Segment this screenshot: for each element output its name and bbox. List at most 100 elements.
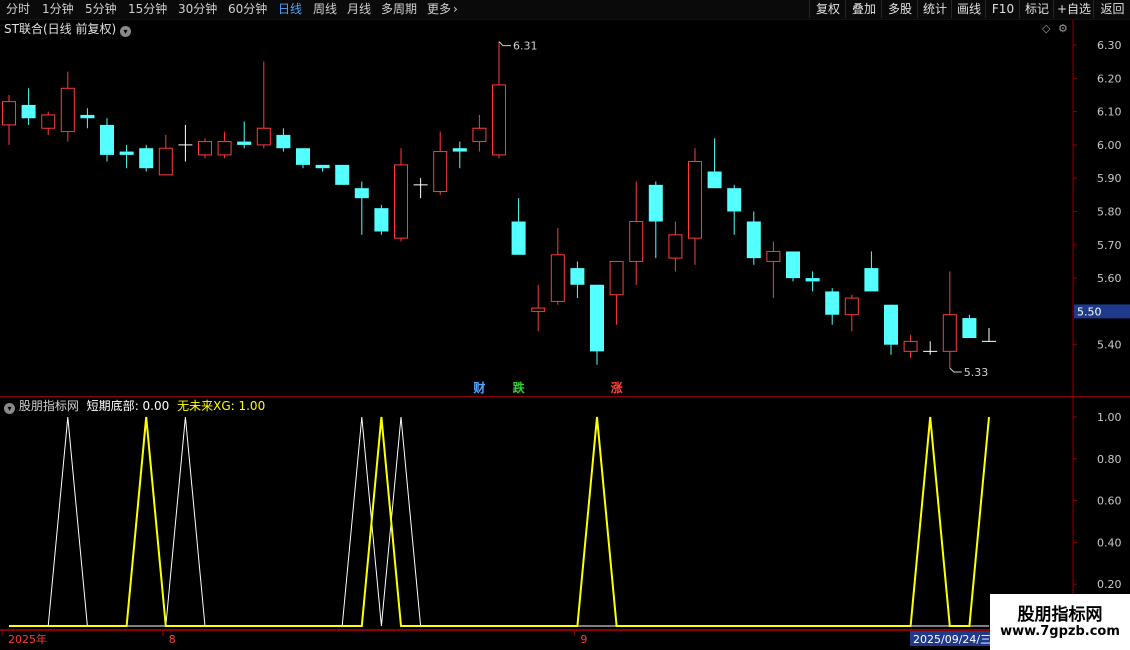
candle-body-down <box>570 268 585 285</box>
candlestick-chart[interactable]: 6.30 6.20 6.10 6.00 5.90 5.80 5.70 5.60 5.50 5.40… <box>0 20 1130 397</box>
stock-chart-app: 分时 1分钟 5分钟 15分钟 30分钟 60分钟 日线 周线 月线 多周期 更… <box>0 0 1130 650</box>
indicator-tick-label: 0.60 <box>1097 495 1122 508</box>
watermark-logo: 股朋指标网 www.7gpzb.com <box>990 594 1130 650</box>
current-price-label: 5.50 <box>1077 305 1102 318</box>
candle-body-down <box>825 291 840 315</box>
price-tick-label: 5.90 <box>1097 172 1122 185</box>
adjust-button[interactable]: 复权 <box>809 0 846 18</box>
event-marker: 跌 <box>513 380 526 395</box>
chevron-right-icon: › <box>453 2 458 16</box>
add-watchlist-button[interactable]: +自选 <box>1053 0 1094 18</box>
overlay-button[interactable]: 叠加 <box>845 0 882 18</box>
candle-body-up <box>942 314 957 352</box>
statistics-button[interactable]: 统计 <box>917 0 952 18</box>
candle-body-up <box>531 307 546 312</box>
candle-body-up <box>217 141 232 156</box>
cursor-date-label: 2025/09/24/三 <box>913 633 991 646</box>
candle-body-up <box>766 250 781 262</box>
candle-body-up <box>550 254 565 302</box>
candle-body-up <box>492 84 506 156</box>
candle-body-down <box>452 148 467 152</box>
candle-body-down <box>119 151 134 155</box>
candle-body-up <box>629 220 644 262</box>
tab-timeshare[interactable]: 分时 <box>6 1 30 18</box>
tab-60min[interactable]: 60分钟 <box>228 1 267 18</box>
candle-body-up <box>472 127 487 143</box>
candle-body-up <box>198 141 212 156</box>
candle-body-down <box>746 221 761 259</box>
price-tick-label: 5.80 <box>1097 205 1122 218</box>
high-marker-arrow <box>498 41 511 47</box>
candle-body-up <box>433 151 448 193</box>
candle-body-down <box>707 171 722 189</box>
candle-body-down <box>590 284 604 352</box>
multi-stock-button[interactable]: 多股 <box>881 0 918 18</box>
tab-monthly[interactable]: 月线 <box>347 1 371 18</box>
tab-daily[interactable]: 日线 <box>278 1 302 18</box>
draw-line-button[interactable]: 画线 <box>951 0 986 18</box>
low-price-label: 5.33 <box>964 366 989 379</box>
period-toolbar: 分时 1分钟 5分钟 15分钟 30分钟 60分钟 日线 周线 月线 多周期 更… <box>0 0 1130 20</box>
price-tick-label: 5.60 <box>1097 272 1122 285</box>
tab-15min[interactable]: 15分钟 <box>128 1 167 18</box>
price-tick-label: 5.70 <box>1097 239 1122 252</box>
candle-body-up <box>394 164 408 239</box>
indicator-chart[interactable]: 1.00 0.80 0.60 0.40 0.20 <box>0 397 1130 630</box>
event-marker: 涨 <box>611 380 623 395</box>
candle-body-up <box>903 340 918 352</box>
candle-body-down <box>315 164 330 169</box>
candle-body-down <box>100 124 114 155</box>
candle-body-down <box>962 318 977 339</box>
candle-body-down <box>139 148 154 169</box>
candle-body-down <box>237 141 252 145</box>
candle-body-down <box>786 251 800 279</box>
tab-multi-period[interactable]: 多周期 <box>381 1 417 18</box>
time-axis: 2025年 8 9 2025/09/24/三 <box>0 630 1130 646</box>
price-tick-label: 6.20 <box>1097 72 1122 85</box>
price-tick-label: 6.00 <box>1097 139 1122 152</box>
mark-button[interactable]: 标记 <box>1019 0 1054 18</box>
tab-weekly[interactable]: 周线 <box>313 1 337 18</box>
indicator-tick-label: 0.40 <box>1097 536 1122 549</box>
event-marker: 财 <box>472 380 485 395</box>
price-tick-label: 6.30 <box>1097 39 1122 52</box>
candle-body-down <box>335 164 350 185</box>
candle-body-down <box>648 184 663 222</box>
candle-body-up <box>60 87 75 133</box>
low-marker-arrow <box>949 367 962 373</box>
indicator-tick-label: 0.20 <box>1097 578 1122 591</box>
high-price-label: 6.31 <box>513 40 538 53</box>
candle-body-down <box>296 148 310 165</box>
watermark-title: 股朋指标网 <box>1017 605 1103 625</box>
tab-more-label: 更多 <box>427 2 452 16</box>
indicator-tick-label: 1.00 <box>1097 411 1122 424</box>
candle-body-down <box>21 104 36 119</box>
candle-body-up <box>41 114 56 129</box>
candle-body-up <box>688 161 702 239</box>
back-button[interactable]: 返回 <box>1093 0 1130 18</box>
candle-body-down <box>864 268 879 292</box>
candle-body-up <box>844 297 859 316</box>
candle-body-up <box>158 147 173 176</box>
xg-signal-line <box>9 416 990 627</box>
indicator-tick-label: 0.80 <box>1097 453 1122 466</box>
candle-body-down <box>884 304 898 345</box>
time-label: 2025年 <box>8 632 47 646</box>
candle-body-down <box>80 114 95 119</box>
candle-body-down <box>374 208 389 232</box>
tab-5min[interactable]: 5分钟 <box>85 1 117 18</box>
tab-1min[interactable]: 1分钟 <box>42 1 74 18</box>
time-label: 8 <box>169 633 176 646</box>
price-tick-label: 6.10 <box>1097 106 1122 119</box>
tab-more[interactable]: 更多 › <box>427 1 458 18</box>
candle-body-up <box>609 260 624 296</box>
time-label: 9 <box>580 633 587 646</box>
candle-body-up <box>668 234 683 259</box>
f10-button[interactable]: F10 <box>985 0 1020 18</box>
tab-30min[interactable]: 30分钟 <box>178 1 217 18</box>
candle-body-down <box>727 188 742 212</box>
candle-body-down <box>511 221 526 255</box>
watermark-url: www.7gpzb.com <box>1000 624 1120 639</box>
candle-body-up <box>256 127 271 146</box>
candle-body-up <box>2 101 16 126</box>
